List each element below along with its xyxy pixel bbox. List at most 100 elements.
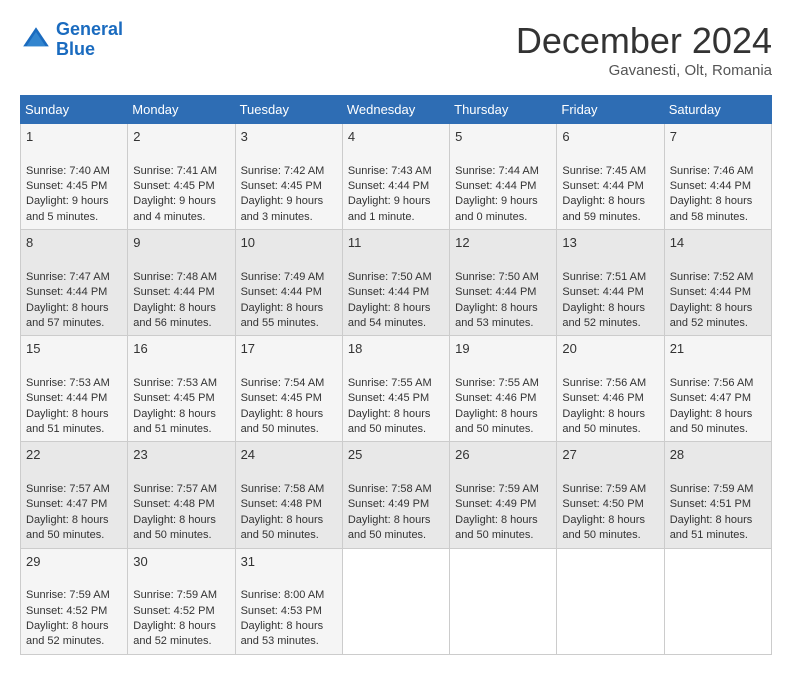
day-number: 31	[241, 553, 337, 571]
sunrise-text: Sunrise: 7:48 AM	[133, 271, 217, 283]
sunset-text: Sunset: 4:45 PM	[133, 392, 214, 404]
calendar-cell: 28Sunrise: 7:59 AMSunset: 4:51 PMDayligh…	[664, 442, 771, 548]
calendar-cell: 24Sunrise: 7:58 AMSunset: 4:48 PMDayligh…	[235, 442, 342, 548]
sunset-text: Sunset: 4:44 PM	[26, 392, 107, 404]
day-number: 10	[241, 234, 337, 252]
calendar-cell	[664, 548, 771, 654]
sunset-text: Sunset: 4:45 PM	[133, 180, 214, 192]
sunrise-text: Sunrise: 7:41 AM	[133, 165, 217, 177]
sunset-text: Sunset: 4:45 PM	[26, 180, 107, 192]
daylight-text: Daylight: 8 hours and 51 minutes.	[26, 408, 109, 435]
sunset-text: Sunset: 4:48 PM	[133, 498, 214, 510]
calendar-cell	[557, 548, 664, 654]
day-number: 20	[562, 340, 658, 358]
weekday-header: Monday	[128, 96, 235, 124]
daylight-text: Daylight: 8 hours and 50 minutes.	[348, 408, 431, 435]
day-number: 2	[133, 128, 229, 146]
daylight-text: Daylight: 8 hours and 58 minutes.	[670, 195, 753, 222]
daylight-text: Daylight: 9 hours and 1 minute.	[348, 195, 431, 222]
sunrise-text: Sunrise: 7:56 AM	[562, 377, 646, 389]
sunset-text: Sunset: 4:47 PM	[670, 392, 751, 404]
sunrise-text: Sunrise: 7:55 AM	[348, 377, 432, 389]
daylight-text: Daylight: 8 hours and 50 minutes.	[562, 514, 645, 541]
daylight-text: Daylight: 8 hours and 50 minutes.	[670, 408, 753, 435]
day-number: 15	[26, 340, 122, 358]
day-number: 17	[241, 340, 337, 358]
calendar-cell: 6Sunrise: 7:45 AMSunset: 4:44 PMDaylight…	[557, 124, 664, 230]
sunset-text: Sunset: 4:44 PM	[455, 180, 536, 192]
sunrise-text: Sunrise: 7:42 AM	[241, 165, 325, 177]
calendar-cell: 22Sunrise: 7:57 AMSunset: 4:47 PMDayligh…	[21, 442, 128, 548]
sunrise-text: Sunrise: 7:53 AM	[26, 377, 110, 389]
daylight-text: Daylight: 8 hours and 50 minutes.	[241, 408, 324, 435]
day-number: 14	[670, 234, 766, 252]
sunset-text: Sunset: 4:45 PM	[241, 392, 322, 404]
day-number: 7	[670, 128, 766, 146]
day-number: 19	[455, 340, 551, 358]
day-number: 1	[26, 128, 122, 146]
sunrise-text: Sunrise: 7:59 AM	[26, 589, 110, 601]
day-number: 16	[133, 340, 229, 358]
daylight-text: Daylight: 8 hours and 50 minutes.	[455, 408, 538, 435]
calendar-cell: 10Sunrise: 7:49 AMSunset: 4:44 PMDayligh…	[235, 230, 342, 336]
sunrise-text: Sunrise: 7:53 AM	[133, 377, 217, 389]
weekday-header: Saturday	[664, 96, 771, 124]
sunrise-text: Sunrise: 7:47 AM	[26, 271, 110, 283]
daylight-text: Daylight: 8 hours and 51 minutes.	[670, 514, 753, 541]
day-number: 5	[455, 128, 551, 146]
sunset-text: Sunset: 4:45 PM	[348, 392, 429, 404]
day-number: 3	[241, 128, 337, 146]
daylight-text: Daylight: 8 hours and 53 minutes.	[241, 620, 324, 647]
sunrise-text: Sunrise: 7:56 AM	[670, 377, 754, 389]
subtitle: Gavanesti, Olt, Romania	[516, 62, 772, 79]
sunset-text: Sunset: 4:44 PM	[348, 286, 429, 298]
sunrise-text: Sunrise: 7:50 AM	[455, 271, 539, 283]
sunrise-text: Sunrise: 7:54 AM	[241, 377, 325, 389]
day-number: 29	[26, 553, 122, 571]
calendar-cell: 4Sunrise: 7:43 AMSunset: 4:44 PMDaylight…	[342, 124, 449, 230]
sunrise-text: Sunrise: 7:58 AM	[241, 483, 325, 495]
sunset-text: Sunset: 4:48 PM	[241, 498, 322, 510]
sunrise-text: Sunrise: 7:45 AM	[562, 165, 646, 177]
day-number: 9	[133, 234, 229, 252]
day-number: 25	[348, 446, 444, 464]
calendar-cell: 2 Sunrise: 7:41 AM Sunset: 4:45 PM Daylight…	[128, 124, 235, 230]
daylight-text: Daylight: 8 hours and 53 minutes.	[455, 302, 538, 329]
calendar-cell: 26Sunrise: 7:59 AMSunset: 4:49 PMDayligh…	[450, 442, 557, 548]
sunrise-text: Sunrise: 7:44 AM	[455, 165, 539, 177]
day-number: 27	[562, 446, 658, 464]
calendar-cell: 14Sunrise: 7:52 AMSunset: 4:44 PMDayligh…	[664, 230, 771, 336]
sunset-text: Sunset: 4:47 PM	[26, 498, 107, 510]
daylight-text: Daylight: 9 hours and 4 minutes.	[133, 195, 216, 222]
daylight-text: Daylight: 8 hours and 57 minutes.	[26, 302, 109, 329]
calendar-cell: 8Sunrise: 7:47 AMSunset: 4:44 PMDaylight…	[21, 230, 128, 336]
sunset-text: Sunset: 4:44 PM	[26, 286, 107, 298]
calendar-cell: 16Sunrise: 7:53 AMSunset: 4:45 PMDayligh…	[128, 336, 235, 442]
calendar-cell: 11Sunrise: 7:50 AMSunset: 4:44 PMDayligh…	[342, 230, 449, 336]
sunrise-text: Sunrise: 7:59 AM	[670, 483, 754, 495]
calendar-cell	[342, 548, 449, 654]
day-number: 13	[562, 234, 658, 252]
calendar-cell: 12Sunrise: 7:50 AMSunset: 4:44 PMDayligh…	[450, 230, 557, 336]
daylight-text: Daylight: 8 hours and 59 minutes.	[562, 195, 645, 222]
calendar-cell: 19Sunrise: 7:55 AMSunset: 4:46 PMDayligh…	[450, 336, 557, 442]
weekday-header: Wednesday	[342, 96, 449, 124]
day-number: 4	[348, 128, 444, 146]
calendar-cell: 29Sunrise: 7:59 AMSunset: 4:52 PMDayligh…	[21, 548, 128, 654]
day-number: 11	[348, 234, 444, 252]
calendar-cell: 23Sunrise: 7:57 AMSunset: 4:48 PMDayligh…	[128, 442, 235, 548]
daylight-text: Daylight: 8 hours and 56 minutes.	[133, 302, 216, 329]
calendar-cell: 3Sunrise: 7:42 AMSunset: 4:45 PMDaylight…	[235, 124, 342, 230]
daylight-text: Daylight: 8 hours and 50 minutes.	[455, 514, 538, 541]
sunrise-text: Sunrise: 7:51 AM	[562, 271, 646, 283]
weekday-header: Friday	[557, 96, 664, 124]
title-area: December 2024 Gavanesti, Olt, Romania	[516, 20, 772, 79]
sunrise-text: Sunrise: 7:52 AM	[670, 271, 754, 283]
sunrise-text: Sunrise: 7:50 AM	[348, 271, 432, 283]
daylight-text: Daylight: 8 hours and 50 minutes.	[133, 514, 216, 541]
daylight-text: Daylight: 8 hours and 50 minutes.	[562, 408, 645, 435]
daylight-text: Daylight: 8 hours and 50 minutes.	[241, 514, 324, 541]
day-number: 22	[26, 446, 122, 464]
calendar-cell: 31Sunrise: 8:00 AMSunset: 4:53 PMDayligh…	[235, 548, 342, 654]
sunset-text: Sunset: 4:49 PM	[455, 498, 536, 510]
